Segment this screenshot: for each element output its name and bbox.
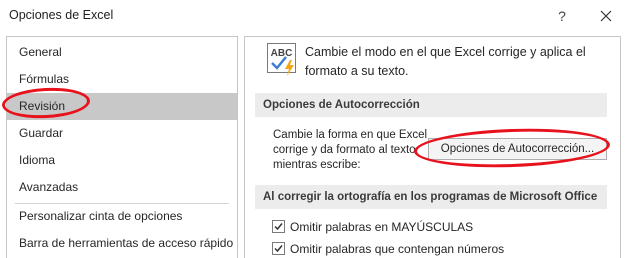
sidebar-item-revision[interactable]: Revisión (7, 93, 237, 120)
checkmark-icon (274, 245, 283, 253)
spelling-section-header: Al corregir la ortografía en los program… (255, 185, 607, 209)
sidebar-item-general[interactable]: General (7, 39, 237, 66)
sidebar-item-quick-access-toolbar[interactable]: Barra de herramientas de acceso rápido (7, 230, 237, 257)
sidebar-item-avanzadas[interactable]: Avanzadas (7, 174, 237, 201)
ignore-uppercase-label: Omitir palabras en MAYÚSCULAS (290, 220, 474, 234)
ignore-numbers-checkbox[interactable] (272, 242, 285, 255)
window-title: Opciones de Excel (9, 8, 114, 22)
autocorrect-description: Cambie la forma en que Excel corrige y d… (273, 129, 428, 171)
ignore-uppercase-checkbox[interactable] (272, 220, 285, 233)
intro-text: Cambie el modo en el que Excel corrige y… (305, 45, 586, 78)
sidebar-item-customize-ribbon[interactable]: Personalizar cinta de opciones (7, 203, 237, 230)
abc-spelling-icon: ABC (267, 43, 296, 76)
svg-text:ABC: ABC (271, 48, 293, 59)
sidebar-item-idioma[interactable]: Idioma (7, 147, 237, 174)
help-button[interactable]: ? (551, 5, 573, 27)
options-sidebar: General Fórmulas Revisión Guardar Idioma… (6, 36, 238, 258)
sidebar-item-guardar[interactable]: Guardar (7, 120, 237, 147)
close-button[interactable] (595, 5, 617, 27)
ignore-numbers-label: Omitir palabras que contengan números (290, 242, 505, 256)
sidebar-item-formulas[interactable]: Fórmulas (7, 66, 237, 93)
autocorrect-section-header: Opciones de Autocorrección (255, 93, 607, 117)
checkmark-icon (274, 223, 283, 231)
close-icon (600, 10, 612, 22)
autocorrect-options-button[interactable]: Opciones de Autocorrección... (428, 138, 607, 160)
title-bar: Opciones de Excel ? (0, 0, 627, 32)
options-content-panel: ABC Cambie el modo en el que Excel corri… (244, 36, 621, 258)
